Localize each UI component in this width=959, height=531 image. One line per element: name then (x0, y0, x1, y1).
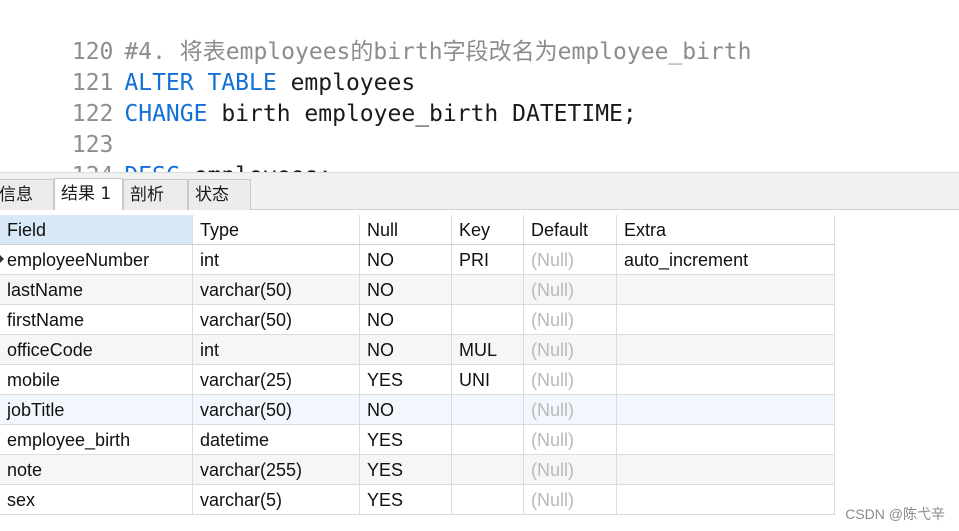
sql-identifier: birth employee_birth DATETIME; (207, 101, 637, 127)
cell-extra[interactable] (617, 365, 835, 395)
table-row[interactable]: employee_birth datetime YES (Null) (0, 425, 835, 455)
cell-extra[interactable] (617, 395, 835, 425)
cell-null[interactable]: NO (360, 395, 452, 425)
cell-key[interactable] (452, 395, 524, 425)
cell-field[interactable]: employee_birth (0, 425, 193, 455)
code-line-125: 125 (0, 165, 124, 172)
table-row[interactable]: mobile varchar(25) YES UNI (Null) (0, 365, 835, 395)
tab-profile[interactable]: 剖析 (123, 179, 188, 210)
tab-status-label: 状态 (195, 185, 229, 205)
cell-field[interactable]: sex (0, 485, 193, 515)
cell-extra[interactable] (617, 275, 835, 305)
tab-result-1[interactable]: 结果 1 (54, 178, 123, 210)
cell-extra[interactable] (617, 305, 835, 335)
column-header-field[interactable]: Field (0, 215, 193, 245)
cell-default[interactable]: (Null) (524, 425, 617, 455)
cell-key[interactable]: MUL (452, 335, 524, 365)
current-row-marker-icon (0, 254, 4, 264)
cell-null[interactable]: YES (360, 485, 452, 515)
code-line-123: 123 (0, 99, 124, 158)
cell-extra[interactable] (617, 425, 835, 455)
cell-null[interactable]: NO (360, 335, 452, 365)
cell-type[interactable]: varchar(50) (193, 275, 360, 305)
cell-type[interactable]: datetime (193, 425, 360, 455)
cell-type[interactable]: varchar(50) (193, 305, 360, 335)
cell-type[interactable]: varchar(50) (193, 395, 360, 425)
cell-null[interactable]: YES (360, 425, 452, 455)
code-line-124: 124DESC employees; (0, 130, 332, 172)
cell-field[interactable]: mobile (0, 365, 193, 395)
cell-type[interactable]: varchar(25) (193, 365, 360, 395)
table-row[interactable]: sex varchar(5) YES (Null) (0, 485, 835, 515)
code-line-122: 122 CHANGE birth employee_birth DATETIME; (0, 68, 637, 127)
cell-default[interactable]: (Null) (524, 485, 617, 515)
cell-default[interactable]: (Null) (524, 305, 617, 335)
table-row[interactable]: lastName varchar(50) NO (Null) (0, 275, 835, 305)
tab-result-1-label: 结果 1 (61, 184, 112, 204)
column-header-key[interactable]: Key (452, 215, 524, 245)
table-row[interactable]: officeCode int NO MUL (Null) (0, 335, 835, 365)
cell-default[interactable]: (Null) (524, 245, 617, 275)
cell-extra[interactable] (617, 335, 835, 365)
result-grid[interactable]: Field Type Null Key Default Extra employ… (0, 215, 835, 515)
watermark: CSDN @陈弋辛 (845, 506, 945, 522)
sql-keyword: CHANGE (124, 101, 208, 127)
cell-extra[interactable]: auto_increment (617, 245, 835, 275)
cell-null[interactable]: NO (360, 305, 452, 335)
sql-identifier: employees; (180, 163, 332, 172)
cell-field[interactable]: note (0, 455, 193, 485)
cell-key[interactable]: PRI (452, 245, 524, 275)
cell-type[interactable]: int (193, 245, 360, 275)
cell-null[interactable]: YES (360, 455, 452, 485)
cell-key[interactable] (452, 305, 524, 335)
cell-key[interactable] (452, 275, 524, 305)
cell-field[interactable]: employeeNumber (0, 245, 193, 275)
code-line-121: 121 ALTER TABLE employees (0, 37, 415, 96)
column-header-default[interactable]: Default (524, 215, 617, 245)
grid-header-row: Field Type Null Key Default Extra (0, 215, 835, 245)
cell-default[interactable]: (Null) (524, 455, 617, 485)
cell-key[interactable] (452, 425, 524, 455)
cell-extra[interactable] (617, 485, 835, 515)
tab-info-label: 信息 (0, 185, 33, 205)
cell-field[interactable]: officeCode (0, 335, 193, 365)
cell-extra[interactable] (617, 455, 835, 485)
result-tab-bar: 信息 结果 1 剖析 状态 (0, 172, 959, 210)
cell-null[interactable]: YES (360, 365, 452, 395)
grid-body: employeeNumber int NO PRI (Null) auto_increme… (0, 245, 835, 515)
cell-default[interactable]: (Null) (524, 335, 617, 365)
column-header-type[interactable]: Type (193, 215, 360, 245)
cell-field[interactable]: firstName (0, 305, 193, 335)
table-row[interactable]: employeeNumber int NO PRI (Null) auto_increme… (0, 245, 835, 275)
table-row[interactable]: jobTitle varchar(50) NO (Null) (0, 395, 835, 425)
code-line-120: 120 #4. 将表employees的birth字段改名为employee_bi… (0, 6, 752, 65)
table-row[interactable]: note varchar(255) YES (Null) (0, 455, 835, 485)
cell-key[interactable] (452, 455, 524, 485)
cell-default[interactable]: (Null) (524, 395, 617, 425)
cell-field[interactable]: jobTitle (0, 395, 193, 425)
cell-default[interactable]: (Null) (524, 365, 617, 395)
cell-type[interactable]: varchar(255) (193, 455, 360, 485)
cell-type[interactable]: int (193, 335, 360, 365)
cell-default[interactable]: (Null) (524, 275, 617, 305)
column-header-null[interactable]: Null (360, 215, 452, 245)
sql-editor[interactable]: 120 #4. 将表employees的birth字段改名为employee_bi… (0, 0, 959, 172)
cell-field[interactable]: lastName (0, 275, 193, 305)
column-header-extra[interactable]: Extra (617, 215, 835, 245)
cell-null[interactable]: NO (360, 275, 452, 305)
tab-profile-label: 剖析 (130, 185, 164, 205)
tab-info[interactable]: 信息 (0, 179, 54, 210)
cell-null[interactable]: NO (360, 245, 452, 275)
cell-key[interactable]: UNI (452, 365, 524, 395)
tab-status[interactable]: 状态 (188, 179, 251, 210)
sql-keyword: DESC (124, 163, 179, 172)
table-row[interactable]: firstName varchar(50) NO (Null) (0, 305, 835, 335)
cell-key[interactable] (452, 485, 524, 515)
cell-type[interactable]: varchar(5) (193, 485, 360, 515)
